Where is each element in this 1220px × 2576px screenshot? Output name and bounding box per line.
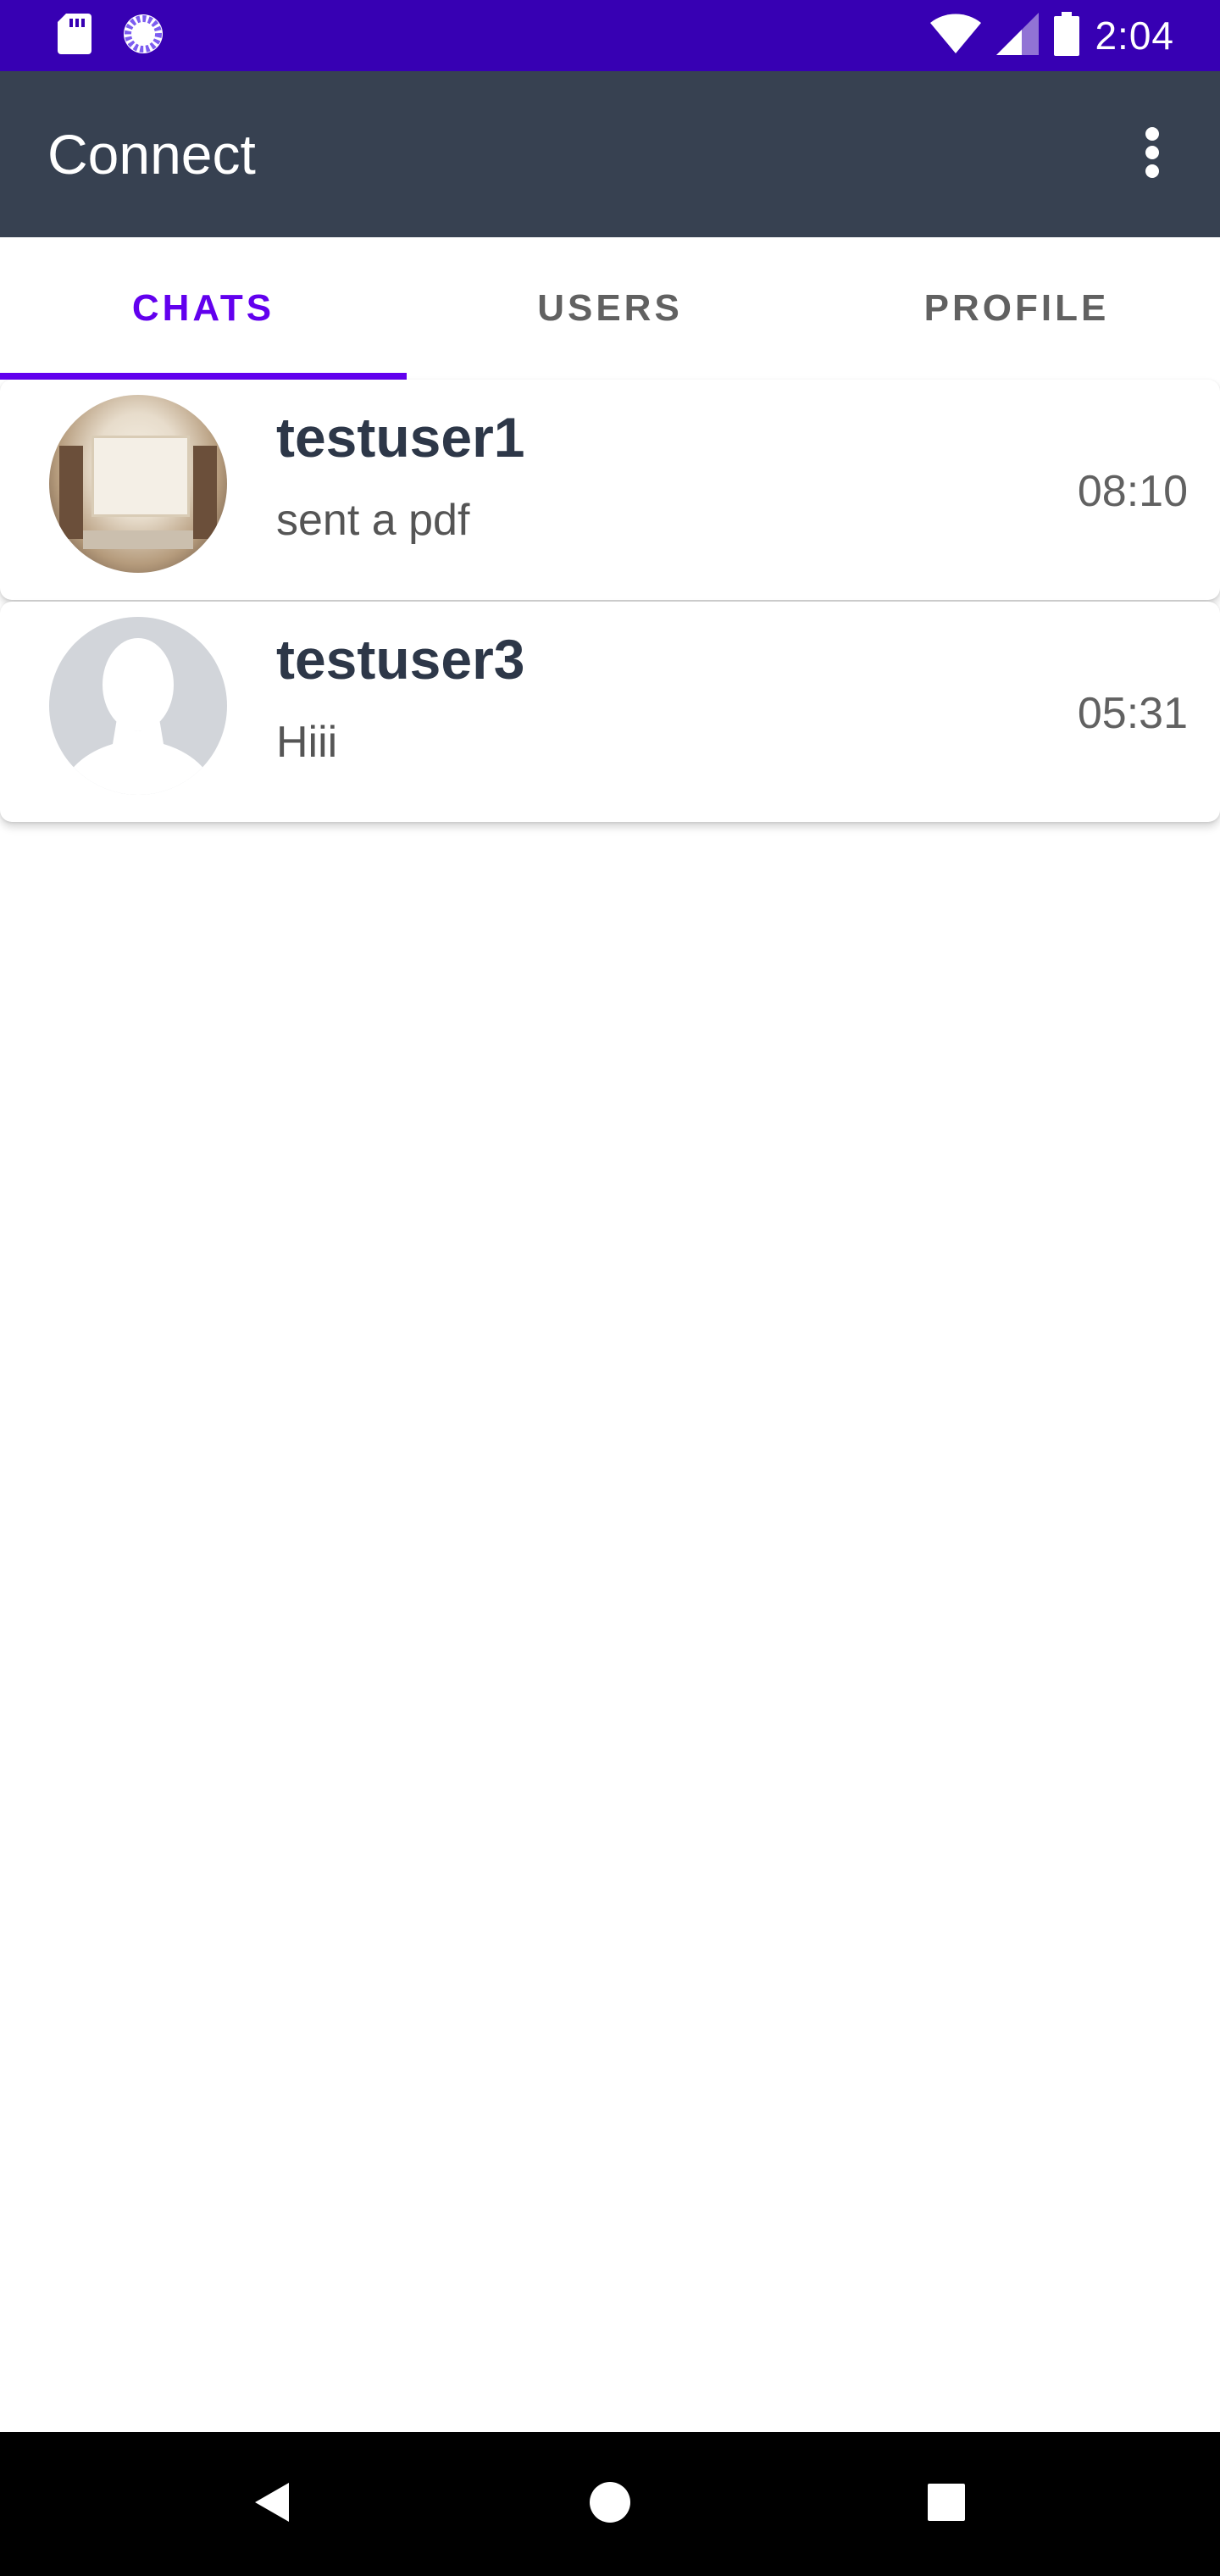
tab-profile[interactable]: PROFILE (813, 237, 1220, 380)
back-icon (252, 2481, 292, 2528)
app-title: Connect (47, 123, 256, 186)
avatar-photo-detail (92, 436, 190, 517)
wifi-icon (930, 13, 982, 59)
chat-name: testuser1 (276, 406, 525, 469)
chat-list-item[interactable]: testuser3 Hiii 05:31 (0, 602, 1220, 822)
tab-bar: CHATS USERS PROFILE (0, 237, 1220, 380)
more-options-button[interactable] (1118, 120, 1186, 188)
tab-users[interactable]: USERS (407, 237, 813, 380)
chat-time: 08:10 (1077, 467, 1188, 516)
nav-home-button[interactable] (572, 2466, 648, 2542)
home-icon (589, 2481, 631, 2528)
sync-icon (122, 13, 164, 59)
avatar-photo-detail (83, 530, 193, 549)
status-right-icons: 2:04 (930, 11, 1174, 60)
more-vert-icon (1144, 125, 1161, 184)
chat-preview: sent a pdf (276, 496, 470, 545)
avatar-photo-detail (59, 446, 83, 539)
default-person-icon (49, 638, 227, 795)
tab-indicator (0, 373, 407, 380)
avatar (49, 617, 227, 795)
signal-icon (996, 12, 1040, 59)
tab-chats[interactable]: CHATS (0, 237, 407, 380)
avatar (49, 395, 227, 573)
app-bar: Connect (0, 71, 1220, 237)
status-left-icons (58, 13, 164, 59)
recents-icon (928, 2483, 965, 2525)
nav-back-button[interactable] (234, 2466, 310, 2542)
status-time: 2:04 (1095, 14, 1174, 58)
avatar-photo-detail (193, 446, 217, 539)
battery-icon (1054, 11, 1080, 60)
status-bar: 2:04 (0, 0, 1220, 71)
nav-recents-button[interactable] (908, 2466, 984, 2542)
chat-preview: Hiii (276, 718, 338, 767)
chat-time: 05:31 (1077, 689, 1188, 738)
chat-list-item[interactable]: testuser1 sent a pdf 08:10 (0, 380, 1220, 600)
system-nav-bar (0, 2432, 1220, 2576)
chat-list: testuser1 sent a pdf 08:10 testuser3 Hii… (0, 380, 1220, 824)
chat-name: testuser3 (276, 628, 525, 691)
sd-card-icon (58, 13, 92, 58)
